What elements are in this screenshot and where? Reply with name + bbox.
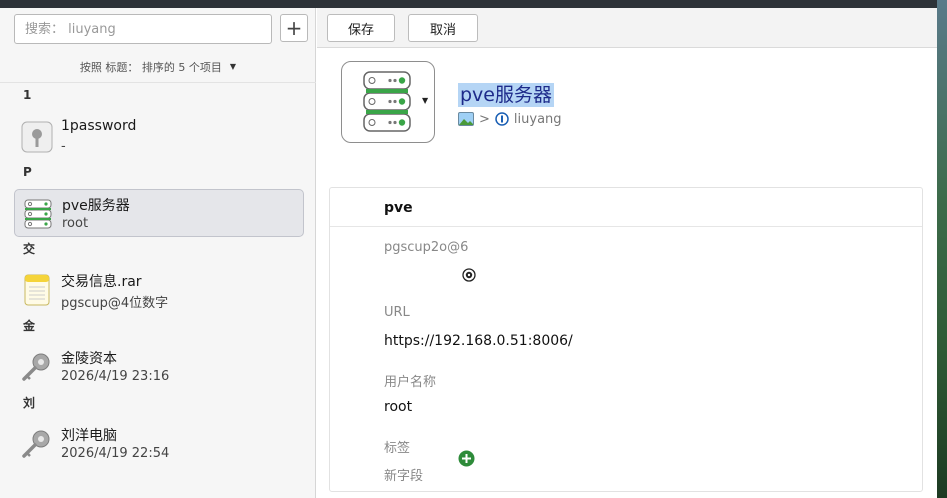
image-icon[interactable] xyxy=(458,112,474,126)
list-item-selected[interactable]: pve服务器 root xyxy=(14,189,304,237)
sort-label: 按照 标题： 排序的 5 个项目 xyxy=(79,60,222,74)
note-icon xyxy=(24,274,50,306)
field-label[interactable]: URL xyxy=(384,305,410,320)
item-title-input[interactable]: pve服务器 xyxy=(458,83,554,107)
item-subtitle: - xyxy=(61,139,66,154)
desktop-top-strip xyxy=(0,0,947,8)
item-title: 刘洋电脑 xyxy=(61,428,117,444)
item-subtitle: root xyxy=(62,216,89,231)
caret-down-icon: ▼ xyxy=(422,96,429,105)
section-header: 刘 xyxy=(23,396,36,410)
app-window: + 按照 标题： 排序的 5 个项目 ▼ 1 1password - P xyxy=(0,8,937,498)
details-card: pve pgscup2o@6 URL https://192.168.0.51:… xyxy=(329,187,923,492)
section-header: P xyxy=(23,165,32,179)
save-button[interactable]: 保存 xyxy=(327,14,395,42)
add-field-icon[interactable] xyxy=(458,450,475,467)
item-title: 交易信息.rar xyxy=(61,274,142,290)
list-item[interactable]: 1password - xyxy=(14,113,304,161)
tags-label[interactable]: 标签 xyxy=(384,437,410,456)
item-title: pve服务器 xyxy=(62,198,130,214)
search-input[interactable] xyxy=(15,15,271,43)
editor-toolbar: 保存 取消 xyxy=(317,8,937,48)
add-item-button[interactable]: + xyxy=(280,14,308,42)
key-icon xyxy=(21,121,53,153)
item-list-panel: + 按照 标题： 排序的 5 个项目 ▼ 1 1password - P xyxy=(0,8,316,498)
search-field[interactable] xyxy=(14,14,272,44)
vault-name[interactable]: liuyang xyxy=(514,112,562,127)
list-item[interactable]: 金陵资本 2026/4/19 23:16 xyxy=(14,343,304,391)
section-header: 1 xyxy=(23,88,32,102)
server-icon xyxy=(24,199,52,229)
field-label[interactable]: 用户名称 xyxy=(384,371,436,390)
desktop-wallpaper-strip xyxy=(937,0,947,498)
item-subtitle: 2026/4/19 23:16 xyxy=(61,369,170,384)
section-header: 金 xyxy=(23,319,36,333)
section-title-row[interactable]: pve xyxy=(330,188,922,227)
server-icon xyxy=(363,71,411,132)
item-icon-picker[interactable]: ▼ xyxy=(341,61,435,143)
sort-selector[interactable]: 按照 标题： 排序的 5 个项目 ▼ xyxy=(0,51,316,83)
vault-icon xyxy=(495,112,509,126)
section-title: pve xyxy=(384,200,413,216)
item-subtitle: pgscup@4位数字 xyxy=(61,296,169,311)
plus-icon: + xyxy=(285,16,303,40)
key-icon xyxy=(22,430,50,458)
list-item[interactable]: 刘洋电脑 2026/4/19 22:54 xyxy=(14,420,304,468)
username-value[interactable]: root xyxy=(384,399,412,415)
password-reveal-icon[interactable] xyxy=(462,268,476,282)
list-item[interactable]: 交易信息.rar pgscup@4位数字 xyxy=(14,266,304,314)
field-label[interactable]: pgscup2o@6 xyxy=(384,240,468,255)
item-subtitle: 2026/4/19 22:54 xyxy=(61,446,170,461)
caret-down-icon: ▼ xyxy=(229,62,237,71)
item-detail-panel: 保存 取消 ▼ pve服务器 > liuyang pve pgscup2o@6 … xyxy=(317,8,937,498)
new-field-label[interactable]: 新字段 xyxy=(384,465,423,484)
url-value[interactable]: https://192.168.0.51:8006/ xyxy=(384,333,573,349)
breadcrumb-separator: > xyxy=(479,111,490,127)
section-header: 交 xyxy=(23,242,36,256)
item-title: 1password xyxy=(61,118,137,134)
cancel-button[interactable]: 取消 xyxy=(408,14,478,42)
item-title: 金陵资本 xyxy=(61,351,117,367)
key-icon xyxy=(22,353,50,381)
breadcrumb: > liuyang xyxy=(458,111,562,127)
